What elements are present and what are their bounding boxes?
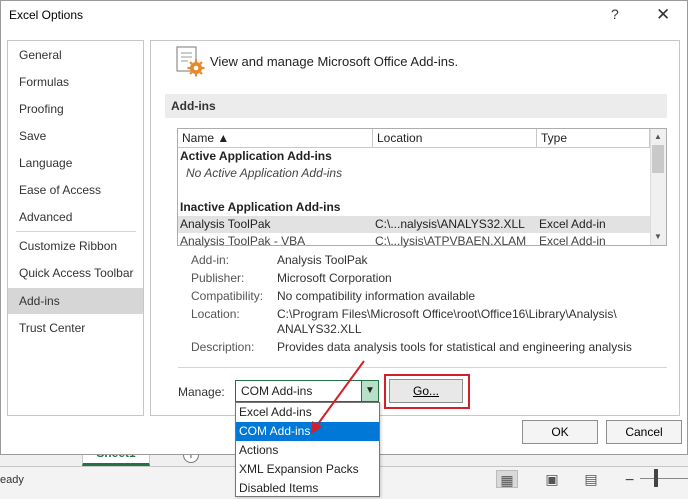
page-heading: View and manage Microsoft Office Add-ins… <box>210 54 459 69</box>
normal-view-icon[interactable]: ▦ <box>496 470 518 488</box>
dropdown-option-xml-expansion-packs[interactable]: XML Expansion Packs <box>236 460 379 479</box>
nav-item-advanced[interactable]: Advanced <box>8 204 143 230</box>
addin-row-location[interactable]: C:\...nalysis\ANALYS32.XLL <box>375 216 525 233</box>
dropdown-option-disabled-items[interactable]: Disabled Items <box>236 479 379 498</box>
column-header-location[interactable]: Location <box>373 129 537 148</box>
nav-item-general[interactable]: General <box>8 42 143 68</box>
ok-button[interactable]: OK <box>522 420 598 444</box>
dropdown-option-actions[interactable]: Actions <box>236 441 379 460</box>
no-active-addins-text: No Active Application Add-ins <box>186 166 343 180</box>
addin-row-name[interactable]: Analysis ToolPak <box>180 216 271 233</box>
divider <box>178 367 667 368</box>
options-nav: General Formulas Proofing Save Language … <box>7 40 144 416</box>
page-break-view-icon[interactable]: ▤ <box>580 470 602 488</box>
section-title: Add-ins <box>171 99 216 113</box>
nav-item-proofing[interactable]: Proofing <box>8 96 143 122</box>
page-layout-view-icon[interactable]: ▣ <box>541 470 563 488</box>
addin-row-type[interactable]: Excel Add-in <box>539 233 606 250</box>
cancel-button[interactable]: Cancel <box>606 420 682 444</box>
addin-row-name[interactable]: Analysis ToolPak - VBA <box>180 233 305 250</box>
close-icon[interactable]: ✕ <box>656 5 670 25</box>
detail-value-location: C:\Program Files\Microsoft Office\root\O… <box>277 307 617 321</box>
nav-item-add-ins[interactable]: Add-ins <box>8 288 143 314</box>
detail-value-location-cont: ANALYS32.XLL <box>277 322 362 336</box>
section-header-bar <box>165 94 667 118</box>
zoom-out-icon[interactable]: − <box>625 472 634 490</box>
addin-row-type[interactable]: Excel Add-in <box>539 216 606 233</box>
detail-label-addin: Add-in: <box>191 253 230 267</box>
addin-row-location[interactable]: C:\...lysis\ATPVBAEN.XLAM <box>375 233 526 250</box>
nav-item-save[interactable]: Save <box>8 123 143 149</box>
dropdown-arrow-icon[interactable]: ▼ <box>361 381 378 401</box>
go-button[interactable]: Go... <box>389 379 463 403</box>
detail-value-description: Provides data analysis tools for statist… <box>277 340 632 354</box>
go-button-label: Go... <box>412 384 439 398</box>
group-header-inactive: Inactive Application Add-ins <box>180 200 341 214</box>
detail-label-location: Location: <box>191 307 240 321</box>
detail-label-publisher: Publisher: <box>191 271 245 285</box>
nav-item-language[interactable]: Language <box>8 150 143 176</box>
detail-label-compatibility: Compatibility: <box>191 289 264 303</box>
nav-divider <box>16 231 136 232</box>
nav-item-quick-access-toolbar[interactable]: Quick Access Toolbar <box>8 260 143 286</box>
column-header-type[interactable]: Type <box>537 129 650 148</box>
group-header-active: Active Application Add-ins <box>180 149 332 163</box>
nav-item-ease-of-access[interactable]: Ease of Access <box>8 177 143 203</box>
dropdown-option-excel-addins[interactable]: Excel Add-ins <box>236 403 379 422</box>
detail-label-description: Description: <box>191 340 255 354</box>
nav-item-trust-center[interactable]: Trust Center <box>8 315 143 341</box>
scroll-up-icon[interactable]: ▲ <box>650 129 666 145</box>
help-icon[interactable]: ? <box>611 6 619 22</box>
addins-gear-icon <box>176 46 205 77</box>
dropdown-option-com-addins[interactable]: COM Add-ins <box>236 422 379 441</box>
manage-select-value[interactable]: COM Add-ins <box>241 384 312 398</box>
zoom-slider-track[interactable] <box>640 478 688 479</box>
scrollbar-thumb[interactable] <box>652 145 664 173</box>
status-text: eady <box>0 474 24 486</box>
scroll-down-icon[interactable]: ▼ <box>650 229 666 245</box>
nav-item-customize-ribbon[interactable]: Customize Ribbon <box>8 233 143 259</box>
detail-value-compatibility: No compatibility information available <box>277 289 476 303</box>
nav-item-formulas[interactable]: Formulas <box>8 69 143 95</box>
detail-value-publisher: Microsoft Corporation <box>277 271 392 285</box>
column-header-name[interactable]: Name ▲ <box>178 129 373 148</box>
zoom-slider-thumb[interactable] <box>654 469 658 487</box>
dialog-title: Excel Options <box>9 8 84 22</box>
detail-value-addin: Analysis ToolPak <box>277 253 368 267</box>
manage-label: Manage: <box>178 385 225 399</box>
